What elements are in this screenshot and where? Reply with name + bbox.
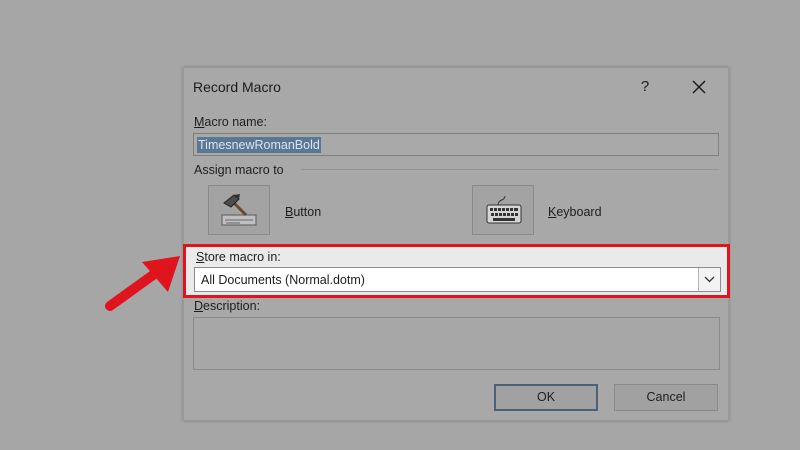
- store-macro-dropdown-button[interactable]: [698, 268, 720, 291]
- assign-macro-group-label: Assign macro to: [194, 163, 284, 177]
- dialog-titlebar: Record Macro ?: [184, 68, 728, 106]
- description-label: Description:: [194, 299, 261, 313]
- cancel-button[interactable]: Cancel: [614, 384, 718, 411]
- dialog-title: Record Macro: [193, 79, 281, 95]
- hammer-icon: [221, 194, 257, 226]
- store-macro-select[interactable]: All Documents (Normal.dotm): [194, 267, 721, 292]
- close-icon: [692, 80, 706, 94]
- button-option-label: Button: [285, 205, 322, 219]
- keyboard-option-label: Keyboard: [548, 205, 602, 219]
- close-button[interactable]: [686, 76, 712, 98]
- help-button[interactable]: ?: [632, 76, 658, 98]
- store-macro-label: Store macro in:: [196, 250, 281, 264]
- macro-name-label: Macro name:: [194, 115, 267, 129]
- ok-button[interactable]: OK: [494, 384, 598, 411]
- keyboard-icon: [486, 195, 522, 224]
- macro-name-value: TimesnewRomanBold: [197, 137, 321, 153]
- assign-keyboard-button[interactable]: [472, 185, 534, 235]
- group-divider: [301, 169, 719, 170]
- chevron-down-icon: [704, 276, 715, 283]
- assign-button-button[interactable]: [208, 185, 270, 235]
- store-macro-selected-value: All Documents (Normal.dotm): [201, 273, 365, 287]
- red-arrow-icon: [105, 256, 180, 311]
- store-macro-highlight: Store macro in: All Documents (Normal.do…: [183, 244, 730, 298]
- macro-name-input[interactable]: TimesnewRomanBold: [193, 133, 719, 156]
- description-input[interactable]: [193, 317, 720, 370]
